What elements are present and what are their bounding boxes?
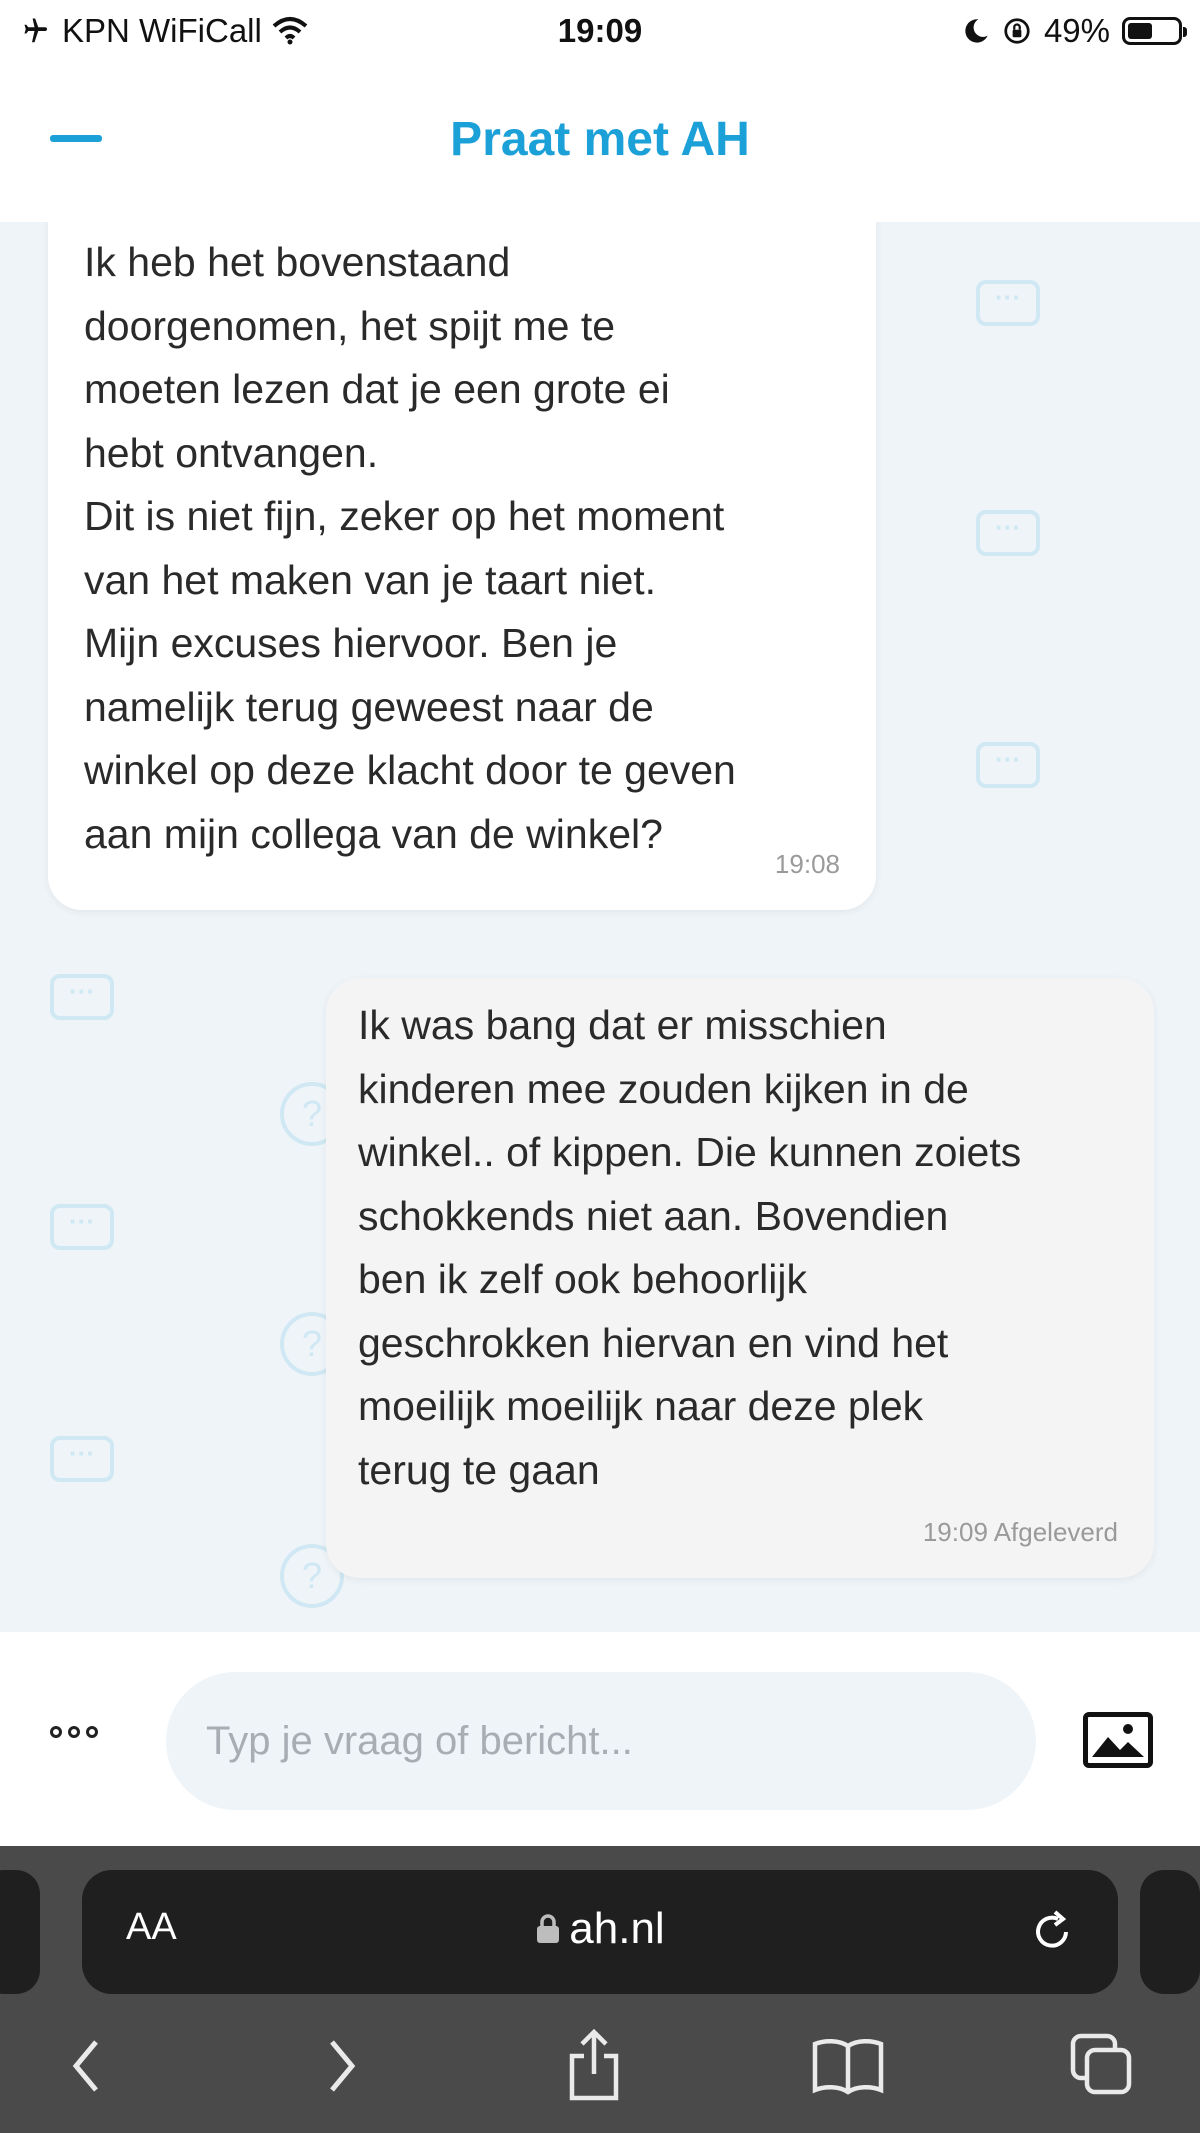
previous-tab-preview[interactable] <box>0 1870 40 1994</box>
dot-icon <box>50 1726 62 1738</box>
dot-icon <box>86 1726 98 1738</box>
message-input[interactable] <box>166 1672 1036 1810</box>
chevron-left-icon <box>72 2040 98 2092</box>
share-icon <box>569 2028 619 2101</box>
image-icon <box>1092 1724 1144 1757</box>
message-text: Ik was bang dat er misschien kinderen me… <box>358 1002 1022 1493</box>
tabs-icon <box>1070 2033 1132 2095</box>
address-bar[interactable]: AA ah.nl <box>82 1870 1118 1994</box>
tabs-button[interactable] <box>1052 2016 1152 2116</box>
orientation-lock-icon <box>1004 18 1030 44</box>
reload-icon <box>1036 1910 1068 1948</box>
composer-bar <box>0 1632 1200 1846</box>
message-timestamp: 19:08 <box>774 848 840 879</box>
page-title: Praat met AH <box>450 113 750 166</box>
chat-bubble-pattern-icon <box>50 1436 114 1482</box>
dot-icon <box>68 1726 80 1738</box>
share-button[interactable] <box>544 2016 644 2116</box>
chat-bubble-pattern-icon <box>976 280 1040 326</box>
chat-bubble-pattern-icon <box>976 742 1040 788</box>
address-display[interactable]: ah.nl <box>82 1904 1118 1954</box>
moon-icon <box>965 19 988 43</box>
next-tab-preview[interactable] <box>1140 1870 1200 1994</box>
browser-chrome: AA ah.nl <box>0 1846 1200 2133</box>
message-outgoing: Ik was bang dat er misschien kinderen me… <box>326 978 1154 1578</box>
message-incoming: Ik heb het bovenstaand doorgenomen, het … <box>48 222 876 910</box>
battery-percent: 49% <box>1043 12 1110 49</box>
chat-area[interactable]: ? ? ? Ik heb het bovenstaand doorgenomen… <box>0 222 1200 1632</box>
browser-toolbar <box>0 2016 1200 2126</box>
lock-icon <box>537 1914 560 1943</box>
chat-bubble-pattern-icon <box>976 510 1040 556</box>
battery-level <box>1128 23 1152 39</box>
chat-bubble-pattern-icon <box>50 974 114 1020</box>
battery-icon <box>1122 17 1187 45</box>
more-options-button[interactable] <box>50 1726 98 1738</box>
chat-bubble-pattern-icon <box>50 1204 114 1250</box>
url-text: ah.nl <box>569 1904 665 1953</box>
reload-button[interactable] <box>1022 1902 1082 1962</box>
status-bar: KPN WiFiCall 19:09 49% <box>0 0 1200 62</box>
image-upload-button[interactable] <box>1083 1712 1153 1768</box>
chevron-right-icon <box>330 2040 356 2092</box>
book-icon <box>812 2039 884 2095</box>
forward-button[interactable] <box>292 2016 392 2116</box>
message-text: Ik heb het bovenstaand doorgenomen, het … <box>84 239 736 857</box>
status-right: 49% <box>962 12 1187 50</box>
chat-header: Praat met AH <box>0 62 1200 224</box>
bookmarks-button[interactable] <box>798 2016 898 2116</box>
message-status: 19:09 Afgeleverd <box>922 1516 1118 1547</box>
back-button[interactable] <box>36 2016 136 2116</box>
